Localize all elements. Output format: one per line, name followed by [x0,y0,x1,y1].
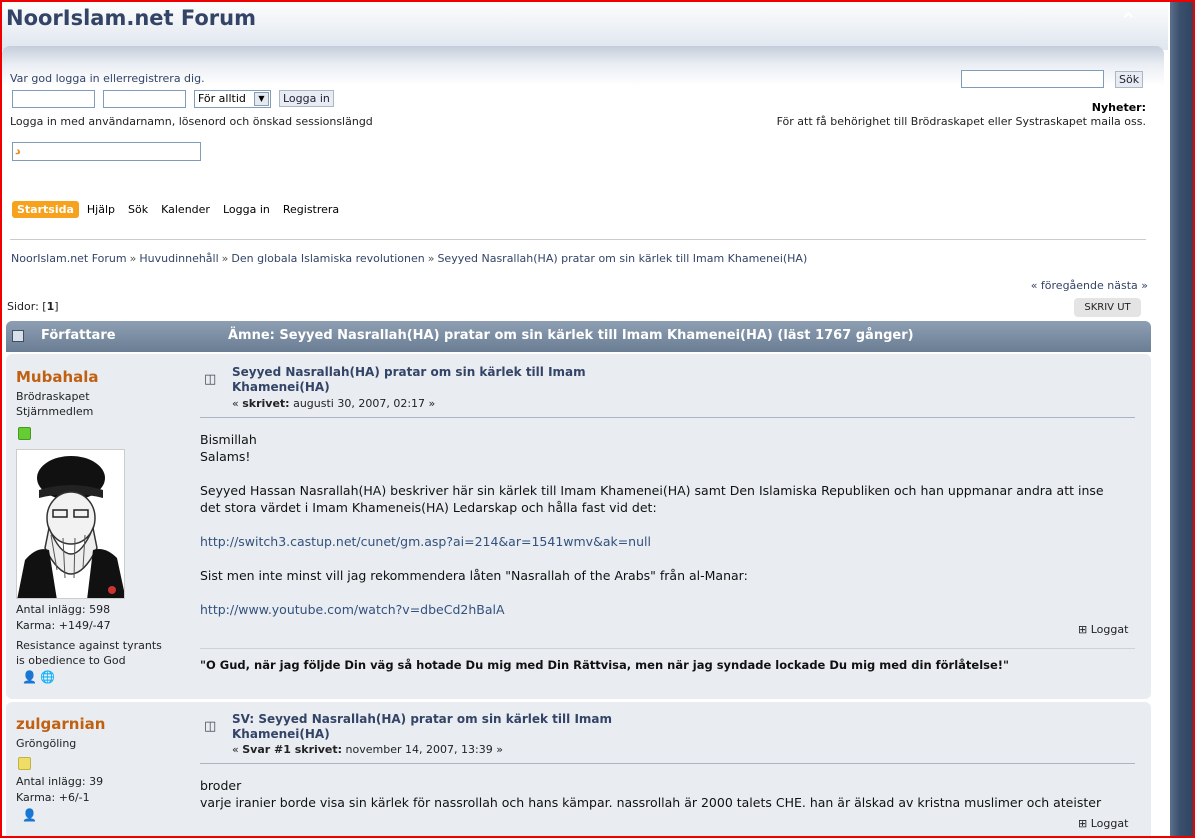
avatar [16,449,125,599]
post-meta: « Svar #1 skrivet: november 14, 2007, 13… [232,743,503,756]
chevron-down-icon[interactable]: ▼ [254,92,269,106]
openid-icon: د [15,144,21,157]
breadcrumb-board[interactable]: Den globala Islamiska revolutionen [231,252,424,265]
post-meta: « skrivet: augusti 30, 2007, 02:17 » [232,397,435,410]
news-text: För att få behörighet till Brödraskapet … [776,115,1146,128]
online-status-icon [18,757,31,770]
meta-label: Svar #1 skrivet: [242,743,343,756]
post-divider [200,417,1135,418]
search-button[interactable]: Sök [1115,71,1144,88]
post-date: november 14, 2007, 13:39 » [342,743,503,756]
print-button[interactable]: SKRIV UT [1074,298,1141,317]
post-link[interactable]: http://www.youtube.com/watch?v=dbeCd2hBa… [200,601,1135,618]
signature: "O Gud, när jag följde Din väg så hotade… [200,658,1010,672]
body-line: Salams! [200,449,251,464]
openid-input[interactable]: د [12,142,201,161]
username-input[interactable] [12,90,95,108]
post-subject[interactable]: Seyyed Nasrallah(HA) pratar om sin kärle… [232,365,612,395]
post-link[interactable]: http://switch3.castup.net/cunet/gm.asp?a… [200,533,1135,550]
post-date: augusti 30, 2007, 02:17 » [289,397,436,410]
menu-item-search[interactable]: Sök [123,201,153,218]
body-line: broder [200,778,242,793]
poster-group: Gröngöling [16,737,77,750]
menu-item-home[interactable]: Startsida [12,200,79,218]
main-menu: Startsida Hjälp Sök Kalender Logga in Re… [12,200,347,218]
logged-label: Loggat [1090,623,1129,636]
session-length-select[interactable]: För alltid ▼ [194,90,271,108]
post-divider [200,763,1135,764]
meta-prefix: « [232,397,243,410]
post-body: Bismillah Salams! Seyyed Hassan Nasralla… [200,431,1135,618]
menu-item-register[interactable]: Registrera [278,201,344,218]
body-line: Bismillah [200,432,257,447]
menu-item-calendar[interactable]: Kalender [156,201,215,218]
post-icon: ◫ [204,719,217,734]
poster-group: Brödraskapet [16,390,90,403]
scrollbar[interactable] [1170,0,1195,838]
personal-text-line-1: Resistance against tyrants [16,639,162,652]
pages-end: ] [54,300,59,313]
prev-next-links[interactable]: « föregående nästa » [1031,279,1148,292]
password-input[interactable] [103,90,186,108]
site-title: NoorIslam.net Forum [6,6,256,30]
meta-prefix: « [232,743,243,756]
topic-icon [12,330,24,342]
breadcrumb-forum[interactable]: NoorIslam.net Forum [11,252,127,265]
website-globe-icon[interactable]: 🌐 [40,670,55,684]
logged-ip: ⊞ Loggat [1078,623,1128,636]
login-greeting: Var god logga in ellerregistrera dig. [10,72,205,85]
post-icon: ◫ [204,372,217,387]
karma: Karma: +149/-47 [16,619,111,632]
online-status-icon [18,427,31,440]
menu-item-login[interactable]: Logga in [218,201,275,218]
login-hint: Logga in med användarnamn, lösenord och … [10,115,373,128]
meta-label: skrivet: [242,397,290,410]
forum-page: NoorIslam.net Forum ⌃ Var god logga in e… [2,2,1168,836]
collapse-icon[interactable]: ⌃ [1120,8,1137,32]
post-count: Antal inlägg: 598 [16,603,111,616]
poster-name[interactable]: Mubahala [16,368,99,386]
post-body: broder varje iranier borde visa sin kärl… [200,777,1135,811]
profile-icon[interactable]: 👤 [22,670,37,684]
subject-line-2: Khamenei(HA) [232,727,330,741]
ip-icon: ⊞ [1078,817,1088,830]
subject-line-1: Seyyed Nasrallah(HA) pratar om sin kärle… [232,365,586,379]
signature-divider [200,648,1135,649]
personal-text-line-2: is obedience to God [16,654,126,667]
header-bar: NoorIslam.net Forum ⌃ [2,2,1168,50]
search-input[interactable] [961,70,1104,88]
breadcrumb: NoorIslam.net Forum» Huvudinnehåll» Den gl… [11,252,808,265]
body-line: det stora värdet i Imam Khameneis(HA) Le… [200,500,657,515]
logged-ip: ⊞ Loggat [1078,817,1128,830]
profile-icon[interactable]: 👤 [22,808,37,822]
post-subject[interactable]: SV: Seyyed Nasrallah(HA) pratar om sin k… [232,712,612,742]
subject-line-2: Khamenei(HA) [232,380,330,394]
poster-rank: Stjärnmedlem [16,405,94,418]
login-button[interactable]: Logga in [279,90,334,107]
pages-label: Sidor: [ [7,300,47,313]
subject-line-1: SV: Seyyed Nasrallah(HA) pratar om sin k… [232,712,613,726]
pagination: Sidor: [1] [7,300,59,313]
news-label: Nyheter: [1091,101,1146,114]
body-line: Sist men inte minst vill jag rekommender… [200,568,748,583]
karma: Karma: +6/-1 [16,791,90,804]
divider [10,239,1146,240]
session-length-value: För alltid [198,92,246,105]
body-line: varje iranier borde visa sin kärlek för … [200,795,1102,810]
post-count: Antal inlägg: 39 [16,775,104,788]
poster-name[interactable]: zulgarnian [16,715,105,733]
topic-title: Ämne: Seyyed Nasrallah(HA) pratar om sin… [228,328,914,343]
ip-icon: ⊞ [1078,623,1088,636]
body-line: Seyyed Hassan Nasrallah(HA) beskriver hä… [200,483,1104,498]
breadcrumb-main[interactable]: Huvudinnehåll [139,252,218,265]
author-column-label: Författare [41,328,116,343]
breadcrumb-topic[interactable]: Seyyed Nasrallah(HA) pratar om sin kärle… [437,252,807,265]
logged-label: Loggat [1090,817,1129,830]
menu-item-help[interactable]: Hjälp [82,201,120,218]
topic-header-bar: Författare Ämne: Seyyed Nasrallah(HA) pr… [6,321,1151,352]
